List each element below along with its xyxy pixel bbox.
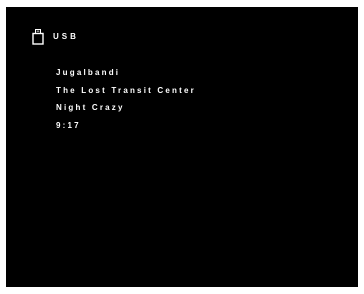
source-header: USB xyxy=(32,29,79,45)
source-label: USB xyxy=(53,32,79,41)
usb-icon xyxy=(32,29,44,45)
track-title: The Lost Transit Center xyxy=(56,85,196,95)
media-display-screen: USB Jugalbandi The Lost Transit Center N… xyxy=(6,7,358,287)
album-name: Jugalbandi xyxy=(56,68,121,77)
artist-name: Night Crazy xyxy=(56,103,125,112)
elapsed-time: 9:17 xyxy=(56,120,81,130)
track-info: Jugalbandi The Lost Transit Center Night… xyxy=(56,68,196,138)
